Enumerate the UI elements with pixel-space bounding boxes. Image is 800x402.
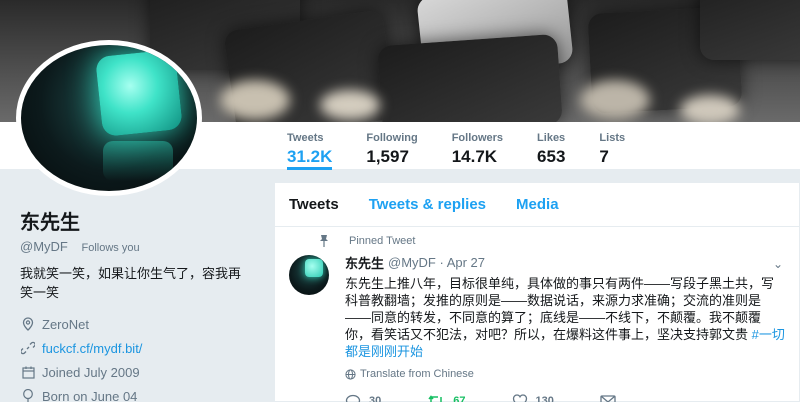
tweet-actions: 30 67 130 — [345, 394, 785, 402]
tab-tweets[interactable]: Tweets — [289, 196, 339, 213]
stat-label: Lists — [599, 132, 626, 144]
profile-meta: ZeroNet fuckcf.cf/mydf.bit/ Joined July … — [20, 312, 248, 402]
follows-you-badge: Follows you — [77, 241, 144, 255]
translate-row[interactable]: Translate from Chinese — [345, 368, 785, 380]
profile-stats: Tweets 31.2K Following 1,597 Followers 1… — [287, 122, 659, 170]
profile-location: ZeroNet — [20, 312, 248, 336]
profile-birthday: Born on June 04 — [20, 384, 248, 402]
profile-page: Tweets 31.2K Following 1,597 Followers 1… — [0, 0, 800, 402]
pinned-label: Pinned Tweet — [349, 235, 416, 247]
stat-value: 14.7K — [451, 147, 498, 166]
stat-lists[interactable]: Lists 7 — [599, 122, 639, 170]
stat-value: 31.2K — [287, 147, 333, 166]
stat-label: Followers — [451, 132, 504, 144]
envelope-icon — [600, 395, 616, 402]
website-link[interactable]: fuckcf.cf/mydf.bit/ — [42, 341, 142, 356]
tweet-body: 东先生上推八年，目标很单纯，具体做的事只有两件——写段子黑土共，写科普教翻墙；发… — [345, 276, 775, 342]
pin-icon — [319, 235, 329, 250]
globe-icon — [345, 368, 356, 380]
profile-card: 东先生 @MyDF Follows you 我就笑一笑，如果让你生气了，容我再笑… — [0, 196, 268, 402]
joined-text: Joined July 2009 — [42, 364, 140, 380]
tweet-avatar-cube — [305, 259, 323, 277]
profile-bio: 我就笑一笑，如果让你生气了，容我再笑一笑 — [20, 266, 242, 300]
stat-value: 7 — [599, 147, 609, 166]
tab-tweets-replies[interactable]: Tweets & replies — [369, 196, 486, 213]
balloon-icon — [20, 388, 36, 402]
stat-following[interactable]: Following 1,597 — [366, 122, 431, 170]
birthday-text: Born on June 04 — [42, 388, 138, 402]
stat-label: Following — [366, 132, 418, 144]
translate-link[interactable]: Translate from Chinese — [360, 368, 474, 380]
link-icon — [20, 340, 36, 356]
retweet-icon — [427, 394, 445, 402]
location-icon — [20, 316, 36, 332]
timeline-panel: Tweets Tweets & replies Media Pinned Twe… — [274, 182, 800, 402]
pinned-label-row: Pinned Tweet — [315, 235, 785, 247]
profile-website: fuckcf.cf/mydf.bit/ — [20, 336, 248, 360]
tweet-text: 东先生上推八年，目标很单纯，具体做的事只有两件——写段子黑土共，写科普教翻墙；发… — [345, 275, 785, 360]
location-text: ZeroNet — [42, 316, 89, 332]
stat-followers[interactable]: Followers 14.7K — [452, 122, 517, 170]
profile-handle[interactable]: @MyDF — [20, 239, 68, 254]
stat-label: Likes — [537, 132, 566, 144]
tweet-header: 东先生 @MyDF · Apr 27 — [345, 253, 785, 272]
chevron-down-icon[interactable]: ⌄ — [773, 257, 783, 271]
like-button[interactable]: 130 — [512, 394, 554, 402]
profile-joined: Joined July 2009 — [20, 360, 248, 384]
stat-label: Tweets — [287, 132, 324, 144]
profile-name[interactable]: 东先生 — [20, 206, 248, 235]
calendar-icon — [20, 364, 36, 380]
like-count: 130 — [535, 395, 554, 402]
profile-handle-row: @MyDF Follows you — [20, 239, 248, 255]
profile-avatar[interactable] — [16, 40, 202, 196]
avatar-cube-image — [95, 49, 183, 137]
retweet-button[interactable]: 67 — [427, 394, 466, 402]
retweet-count: 67 — [453, 395, 466, 402]
reply-count: 30 — [369, 395, 382, 402]
stat-value: 653 — [537, 147, 566, 166]
heart-icon — [512, 394, 528, 402]
timeline-tabs: Tweets Tweets & replies Media — [275, 183, 799, 227]
stat-value: 1,597 — [366, 147, 409, 166]
dm-button[interactable] — [600, 394, 624, 402]
tab-media[interactable]: Media — [516, 196, 559, 213]
pinned-tweet[interactable]: Pinned Tweet ⌄ 东先生 @MyDF · Apr 27 东先生上推八… — [275, 227, 799, 402]
stat-likes[interactable]: Likes 653 — [537, 122, 579, 170]
avatar-reflection — [103, 141, 173, 181]
reply-icon — [345, 394, 361, 402]
reply-button[interactable]: 30 — [345, 394, 381, 402]
tweet-handle-date[interactable]: @MyDF · Apr 27 — [388, 255, 485, 270]
tweet-author-name[interactable]: 东先生 — [345, 253, 384, 272]
stat-tweets[interactable]: Tweets 31.2K — [287, 122, 346, 170]
tweet-avatar[interactable] — [289, 255, 329, 295]
